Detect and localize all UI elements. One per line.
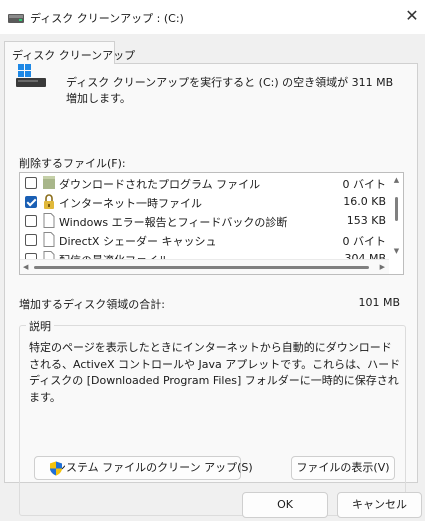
files-list-label: 削除するファイル(F): [19,157,126,170]
list-item[interactable]: ダウンロードされたプログラム ファイル 0 バイト [20,173,390,192]
vertical-scroll-thumb[interactable] [395,197,398,221]
list-item[interactable]: DirectX シェーダー キャッシュ 0 バイト [20,230,390,249]
file-size: 0 バイト [342,235,387,248]
disk-cleanup-app-icon [8,14,24,23]
tab-disk-cleanup[interactable]: ディスク クリーンアップ [4,41,135,64]
file-icon [43,213,55,228]
file-name: ダウンロードされたプログラム ファイル [59,178,261,191]
cancel-button[interactable]: キャンセル [337,492,422,518]
checkbox[interactable] [25,177,37,189]
close-icon[interactable]: ✕ [404,8,420,24]
file-name: インターネット一時ファイル [59,197,202,210]
total-space-value: 101 MB [358,296,400,309]
files-list[interactable]: ダウンロードされたプログラム ファイル 0 バイト インターネット一時ファイル … [19,172,404,275]
description-legend: 説明 [26,318,54,334]
drive-icon [16,64,46,87]
intro-text: ディスク クリーンアップを実行すると (C:) の空き領域が 311 MB 増加… [66,76,394,105]
description-text: 特定のページを表示したときにインターネットから自動的にダウンロードされる、Act… [29,341,401,404]
file-size: 16.0 KB [343,195,386,208]
file-name: Windows エラー報告とフィードバックの診断 [59,216,288,229]
scroll-up-icon[interactable]: ▲ [392,176,401,184]
scroll-down-icon[interactable]: ▼ [392,247,401,255]
list-item[interactable]: Windows エラー報告とフィードバックの診断 153 KB [20,211,390,230]
checkbox[interactable] [25,196,37,208]
file-size: 153 KB [346,214,386,227]
cleanup-system-files-button[interactable]: システム ファイルのクリーン アップ(S) [34,456,253,480]
window-title: ディスク クリーンアップ : (C:) [30,12,184,25]
scroll-left-icon[interactable]: ◀ [23,263,28,271]
scroll-right-icon[interactable]: ▶ [380,263,385,271]
list-item[interactable]: インターネット一時ファイル 16.0 KB [20,192,390,211]
dialog-body: ディスク クリーンアップ ディスク クリーンアップを実行すると (C:) の空き… [0,34,425,521]
uac-shield-icon [50,461,62,476]
vertical-scrollbar[interactable]: ▲ ▼ [389,173,403,259]
file-name: DirectX シェーダー キャッシュ [59,235,217,248]
horizontal-scrollbar[interactable]: ◀ ▶ [20,259,389,274]
checkbox[interactable] [25,215,37,227]
checkbox[interactable] [25,234,37,246]
folder-icon [43,176,55,189]
cleanup-system-files-label: システム ファイルのクリーン アップ(S) [55,461,253,474]
title-bar: ディスク クリーンアップ : (C:) ✕ [0,0,425,34]
file-size: 0 バイト [342,178,387,191]
file-icon [43,232,55,247]
ok-button[interactable]: OK [242,492,328,518]
total-space-label: 増加するディスク領域の合計: [19,298,165,311]
lock-icon [44,194,54,209]
horizontal-scroll-thumb[interactable] [34,266,369,269]
view-files-button[interactable]: ファイルの表示(V) [291,456,395,480]
